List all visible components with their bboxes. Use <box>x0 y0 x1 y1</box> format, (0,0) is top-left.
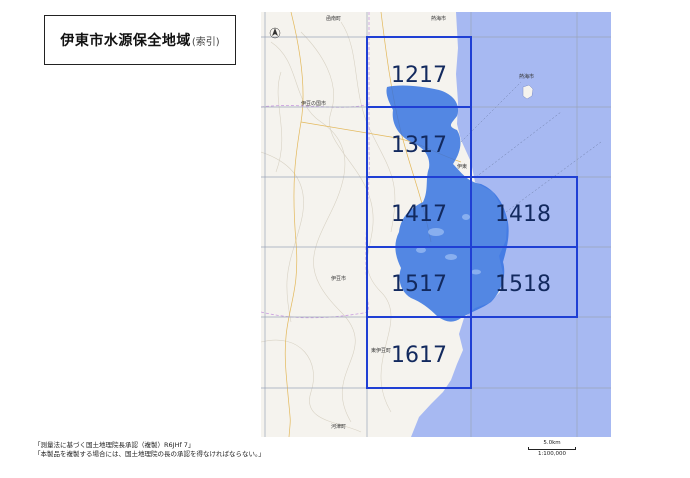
tile-label-1418[interactable]: 1418 <box>495 202 551 227</box>
scale-ratio: 1:100,000 <box>537 451 567 457</box>
index-map: 1217 1317 1417 1418 1517 1518 1617 函南町 熱… <box>261 12 611 437</box>
scale-bar: 5.0km 1:100,000 <box>528 440 576 457</box>
tile-label-1417[interactable]: 1417 <box>391 202 447 227</box>
tile-label-1217[interactable]: 1217 <box>391 63 447 88</box>
copyright-notice: 「測量法に基づく国土地理院長承認（複製）R6JHf 7」 「本製品を複製する場合… <box>34 441 265 459</box>
tile-label-1518[interactable]: 1518 <box>495 272 551 297</box>
scale-distance: 5.0km <box>543 440 561 446</box>
title-box: 伊東市水源保全地域 (索引) <box>44 15 236 65</box>
place-atami-top: 熱海市 <box>431 15 446 22</box>
place-kannami: 函南町 <box>326 15 341 22</box>
copyright-line-2: 「本製品を複製する場合には、国土地理院の長の承認を得なければならない。」 <box>34 450 265 458</box>
place-izu: 伊豆市 <box>331 275 346 282</box>
place-kawazu: 河津町 <box>331 423 346 430</box>
tile-label-1617[interactable]: 1617 <box>391 343 447 368</box>
place-ito: 伊東 <box>457 163 467 170</box>
place-atami-isle: 熱海市 <box>519 73 534 80</box>
index-map-svg: 1217 1317 1417 1418 1517 1518 1617 函南町 熱… <box>261 12 611 437</box>
place-higashiizu: 東伊豆町 <box>371 347 391 354</box>
map-title: 伊東市水源保全地域 <box>60 33 191 49</box>
place-izunokuni: 伊豆の国市 <box>301 100 326 107</box>
copyright-line-1: 「測量法に基づく国土地理院長承認（複製）R6JHf 7」 <box>34 441 195 449</box>
scale-bar-line <box>528 447 576 450</box>
map-subtitle: (索引) <box>191 36 220 48</box>
tile-label-1517[interactable]: 1517 <box>391 272 447 297</box>
tile-label-1317[interactable]: 1317 <box>391 133 447 158</box>
